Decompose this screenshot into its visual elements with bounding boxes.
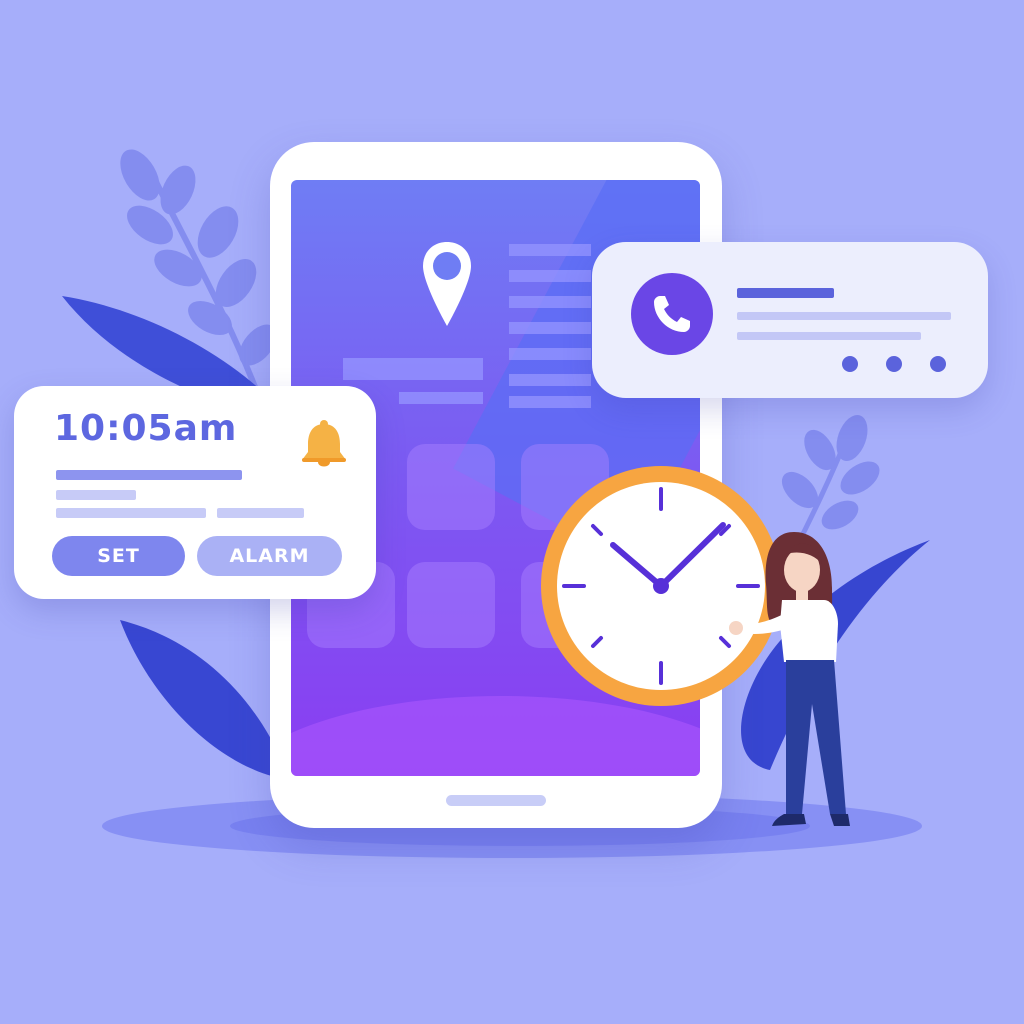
screen-line [343, 358, 483, 380]
bell-icon [302, 420, 346, 467]
screen-line [399, 392, 483, 404]
card-line [737, 312, 951, 320]
set-button[interactable]: SET [52, 536, 185, 576]
illustration-scene: 10:05am SET ALARM [0, 0, 1024, 1024]
card-line [737, 288, 834, 298]
app-tile[interactable] [407, 444, 495, 530]
screen-line [509, 322, 591, 334]
leaf-left-lower [120, 620, 290, 780]
woman-figure [729, 532, 850, 826]
screen-line [509, 296, 591, 308]
card-line [56, 508, 206, 518]
screen-line [509, 396, 591, 408]
alarm-time: 10:05am [54, 408, 238, 449]
card-line [56, 470, 242, 480]
card-line [56, 490, 136, 500]
alarm-button[interactable]: ALARM [197, 536, 342, 576]
location-pin-icon [423, 242, 471, 326]
screen-line [509, 244, 591, 256]
call-notification-card [592, 242, 988, 398]
screen-line [509, 348, 591, 360]
screen-line [509, 270, 591, 282]
screen-line [509, 374, 591, 386]
home-indicator[interactable] [446, 795, 546, 806]
alarm-card: 10:05am SET ALARM [14, 386, 376, 599]
app-tile[interactable] [407, 562, 495, 648]
card-line [217, 508, 304, 518]
phone-icon[interactable] [630, 272, 714, 356]
card-line [737, 332, 921, 340]
